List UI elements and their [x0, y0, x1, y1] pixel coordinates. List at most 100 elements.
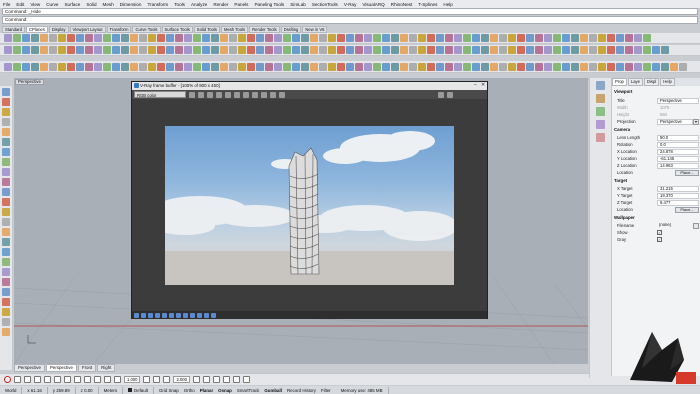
cplane-tool-icon[interactable] [616, 46, 624, 54]
command-prompt-input[interactable]: Command: [2, 16, 698, 24]
plugin-tool-icon[interactable] [481, 62, 489, 71]
vfb-status-icon[interactable] [183, 312, 188, 318]
plugin-tool-icon[interactable] [58, 62, 66, 71]
cplane-tool-icon[interactable] [328, 46, 336, 54]
cplane-tool-icon[interactable] [391, 46, 399, 54]
plugin-tool-icon[interactable] [31, 62, 39, 71]
left-tool-icon[interactable] [2, 318, 10, 326]
cplane-tool-icon[interactable] [112, 46, 120, 54]
units-label[interactable]: Meters [99, 386, 124, 394]
menu-item-v-ray[interactable]: V-Ray [344, 2, 357, 7]
plugin-tool-icon[interactable] [598, 62, 606, 71]
cplane-tool-icon[interactable] [490, 46, 498, 54]
standard-tool-icon[interactable] [157, 34, 165, 42]
record-icon[interactable] [4, 376, 11, 383]
standard-tool-icon[interactable] [31, 34, 39, 42]
cplane-tool-icon[interactable] [418, 46, 426, 54]
tab-transform[interactable]: Transform [106, 26, 132, 33]
standard-tool-icon[interactable] [49, 34, 57, 42]
cplane-label[interactable]: World [0, 386, 23, 394]
snap-tan-icon[interactable] [84, 376, 91, 383]
layer-label[interactable]: Default [123, 386, 154, 394]
left-tool-icon[interactable] [2, 238, 10, 246]
snap-a-icon[interactable] [143, 376, 151, 383]
menu-item-transform[interactable]: Transform [147, 2, 168, 7]
plugin-tool-icon[interactable] [184, 62, 192, 71]
prop-xtgt-field[interactable]: 31.215 [657, 185, 699, 192]
cplane-tool-icon[interactable] [436, 46, 444, 54]
cplane-tool-icon[interactable] [364, 46, 372, 54]
plugin-tool-icon[interactable] [175, 62, 183, 71]
cplane-tool-icon[interactable] [463, 46, 471, 54]
prop-filename-value[interactable]: (none) [657, 223, 693, 229]
plugin-tool-icon[interactable] [535, 62, 543, 71]
cplane-tool-icon[interactable] [589, 46, 597, 54]
plugin-tool-icon[interactable] [265, 62, 273, 71]
standard-tool-icon[interactable] [184, 34, 192, 42]
plugin-tool-icon[interactable] [130, 62, 138, 71]
tab-display[interactable]: Display [48, 26, 69, 33]
cplane-tool-icon[interactable] [400, 46, 408, 54]
cplane-tool-icon[interactable] [607, 46, 615, 54]
tab-viewport-layout[interactable]: Viewport Layout [69, 26, 106, 33]
cplane-tool-icon[interactable] [265, 46, 273, 54]
plugin-tool-icon[interactable] [49, 62, 57, 71]
plugin-tool-icon[interactable] [445, 62, 453, 71]
tab-new-in-v6[interactable]: New in V6 [302, 26, 328, 33]
left-tool-icon[interactable] [2, 288, 10, 296]
standard-tool-icon[interactable] [283, 34, 291, 42]
cplane-tool-icon[interactable] [445, 46, 453, 54]
plugin-tool-icon[interactable] [76, 62, 84, 71]
cplane-tool-icon[interactable] [238, 46, 246, 54]
plugin-tool-icon[interactable] [571, 62, 579, 71]
snap-value-1[interactable]: 1.000 [124, 376, 141, 383]
standard-tool-icon[interactable] [130, 34, 138, 42]
cplane-tool-icon[interactable] [373, 46, 381, 54]
cplane-tool-icon[interactable] [661, 46, 669, 54]
target-section-header[interactable]: Target [614, 178, 627, 183]
standard-tool-icon[interactable] [148, 34, 156, 42]
plugin-tool-icon[interactable] [238, 62, 246, 71]
snap-mid-icon[interactable] [44, 376, 51, 383]
layers-icon[interactable] [596, 94, 605, 103]
viewport-tab-perspective[interactable]: Perspective [45, 364, 77, 372]
plugin-tool-icon[interactable] [121, 62, 129, 71]
left-tool-icon[interactable] [2, 188, 10, 196]
cplane-tool-icon[interactable] [319, 46, 327, 54]
toggle-filter[interactable]: Filter [321, 387, 331, 394]
left-tool-icon[interactable] [2, 228, 10, 236]
vfb-status-icon[interactable] [155, 312, 160, 318]
cplane-tool-icon[interactable] [382, 46, 390, 54]
prop-yloc-field[interactable]: -61.145 [657, 155, 699, 162]
standard-tool-icon[interactable] [346, 34, 354, 42]
properties-tab-laye[interactable]: Laye [627, 78, 643, 86]
standard-tool-icon[interactable] [409, 34, 417, 42]
snap-value-2[interactable]: 2.000 [173, 376, 190, 383]
standard-tool-icon[interactable] [418, 34, 426, 42]
cplane-tool-icon[interactable] [481, 46, 489, 54]
standard-tool-icon[interactable] [607, 34, 615, 42]
left-tool-icon[interactable] [2, 98, 10, 106]
plugin-tool-icon[interactable] [517, 62, 525, 71]
toggle-gumball[interactable]: Gumball [264, 387, 282, 394]
cplane-tool-icon[interactable] [85, 46, 93, 54]
menu-item-visualarq[interactable]: VisualARQ [362, 2, 384, 7]
left-tool-icon[interactable] [2, 278, 10, 286]
show-checkbox[interactable]: ✓ [657, 230, 662, 235]
standard-tool-icon[interactable] [85, 34, 93, 42]
tab-cplanes[interactable]: CPlanes [26, 26, 48, 33]
cplane-tool-icon[interactable] [301, 46, 309, 54]
properties-tab-prop[interactable]: Prop [612, 78, 627, 86]
standard-tool-icon[interactable] [427, 34, 435, 42]
snap-b-icon[interactable] [153, 376, 161, 383]
toggle-record-history[interactable]: Record History [287, 387, 316, 394]
standard-tool-icon[interactable] [445, 34, 453, 42]
cplane-tool-icon[interactable] [49, 46, 57, 54]
render-last-icon[interactable] [279, 91, 285, 98]
close-icon[interactable]: ✕ [481, 82, 486, 88]
standard-tool-icon[interactable] [463, 34, 471, 42]
cplane-tool-icon[interactable] [40, 46, 48, 54]
cplane-tool-icon[interactable] [409, 46, 417, 54]
snap-vertex-icon[interactable] [114, 376, 121, 383]
plugin-tool-icon[interactable] [562, 62, 570, 71]
